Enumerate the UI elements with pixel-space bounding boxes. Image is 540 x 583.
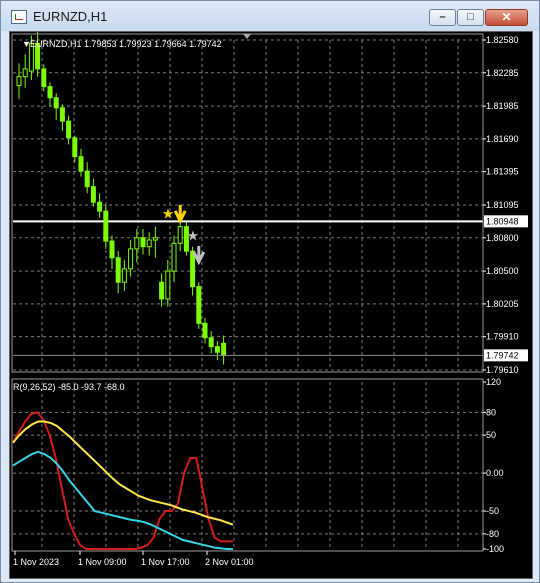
price-axis-label: 1.80800	[486, 233, 519, 243]
signal-down-arrow-icon	[192, 246, 206, 266]
chart-window: EURNZD,H1 – □ ✕ 1.80948 ★ ★ 1.82580 1.8228…	[0, 0, 540, 583]
price-axis-label: 1.79910	[486, 332, 519, 342]
price-axis-label: 1.81985	[486, 101, 519, 111]
indicator-axis-label: -100	[486, 544, 504, 554]
candle-bearish	[202, 322, 208, 339]
candle-bearish	[59, 107, 65, 122]
shift-marker-icon[interactable]	[243, 34, 251, 39]
candle-bearish	[66, 120, 72, 139]
chart-area[interactable]: 1.80948 ★ ★ 1.82580 1.82285 1.81985 1.81690 1…	[9, 31, 533, 579]
minimize-button[interactable]: –	[429, 9, 456, 26]
signal-down-arrow-icon	[173, 204, 187, 225]
candle-bearish	[159, 281, 165, 300]
maximize-icon: □	[467, 11, 474, 23]
candle-bearish	[221, 342, 227, 357]
candle-bearish	[109, 240, 115, 259]
maximize-button[interactable]: □	[457, 9, 484, 26]
candle-bearish	[41, 68, 47, 88]
candle-bearish	[78, 156, 84, 172]
candle-bullish	[152, 237, 158, 241]
time-axis-label: 1 Nov 2023	[13, 557, 59, 567]
horizontal-line[interactable]: 1.80948	[13, 215, 528, 228]
indicator-axis-label: -80	[486, 529, 499, 539]
candle-bullish	[146, 239, 152, 248]
title-bar[interactable]: EURNZD,H1 – □ ✕	[1, 1, 539, 31]
axis-labels: 1.82580 1.82285 1.81985 1.81690 1.81395 1.810…	[13, 35, 528, 567]
candle-bearish	[84, 170, 90, 188]
minimize-icon: –	[439, 11, 446, 23]
candle-bullish	[134, 237, 140, 250]
price-axis-label: 1.80205	[486, 299, 519, 309]
indicator-axis-label: 80	[486, 407, 496, 417]
signal-markers: ★★	[162, 204, 206, 266]
candle-bullish	[177, 226, 183, 244]
candle-bearish	[208, 337, 214, 348]
candle-bullish	[171, 242, 177, 272]
chart-window-icon	[11, 10, 27, 24]
candle-bullish	[165, 270, 171, 300]
candle-bearish	[97, 201, 103, 212]
price-axis-label: 1.82580	[486, 35, 519, 45]
price-axis-label: 1.79610	[486, 365, 519, 375]
candle-bearish	[214, 346, 220, 353]
price-axis-label: 1.80500	[486, 266, 519, 276]
price-axis-label: 1.81395	[486, 167, 519, 177]
close-icon: ✕	[501, 10, 512, 24]
indicator-pane-border	[11, 378, 484, 552]
candle-bearish	[47, 86, 53, 99]
candle-bullish	[22, 68, 28, 78]
indicator-axis-label: 0.00	[486, 468, 504, 478]
candle-bearish	[53, 97, 59, 109]
time-axis-label: 2 Nov 01:00	[205, 557, 254, 567]
candle-bearish	[90, 186, 96, 203]
indicator-header: R(9,26,52) -85.0 -93.7 -68.0	[13, 382, 125, 392]
indicator-line-r52	[12, 450, 233, 550]
chart-svg[interactable]: 1.80948 ★★ 1.825801.822851.819851.816901…	[10, 32, 532, 578]
close-button[interactable]: ✕	[485, 9, 528, 26]
window-title: EURNZD,H1	[33, 9, 108, 24]
indicator-line-r9	[12, 411, 233, 550]
price-axis-label: 1.81690	[486, 134, 519, 144]
current-price-tag-label: 1.79742	[486, 350, 519, 360]
grid	[13, 39, 483, 549]
candle-bearish	[115, 257, 121, 283]
main-pane-border	[11, 33, 484, 373]
candle-bullish	[16, 76, 22, 87]
indicator-axis-label: -50	[486, 506, 499, 516]
candle-bullish	[121, 268, 127, 283]
indicator-axis-label: 120	[486, 377, 501, 387]
signal-star-icon: ★	[162, 206, 175, 222]
candles	[16, 32, 227, 365]
price-header: EURNZD,H1 1.79853 1.79923 1.79664 1.7974…	[30, 39, 222, 49]
candle-bullish	[128, 248, 134, 270]
price-axis-label: 1.82285	[486, 68, 519, 78]
time-axis-label: 1 Nov 17:00	[141, 557, 190, 567]
price-axis-label: 1.81095	[486, 200, 519, 210]
candle-bearish	[72, 137, 78, 158]
candle-bearish	[190, 250, 196, 288]
candle-bearish	[103, 210, 109, 242]
signal-star-icon: ★	[187, 229, 200, 245]
indicator-lines	[12, 411, 234, 550]
price-level-tag-label: 1.80948	[486, 216, 519, 226]
candle-bearish	[140, 237, 146, 248]
candle-bearish	[196, 286, 202, 324]
indicator-axis-label: 50	[486, 430, 496, 440]
time-axis-label: 1 Nov 09:00	[78, 557, 127, 567]
